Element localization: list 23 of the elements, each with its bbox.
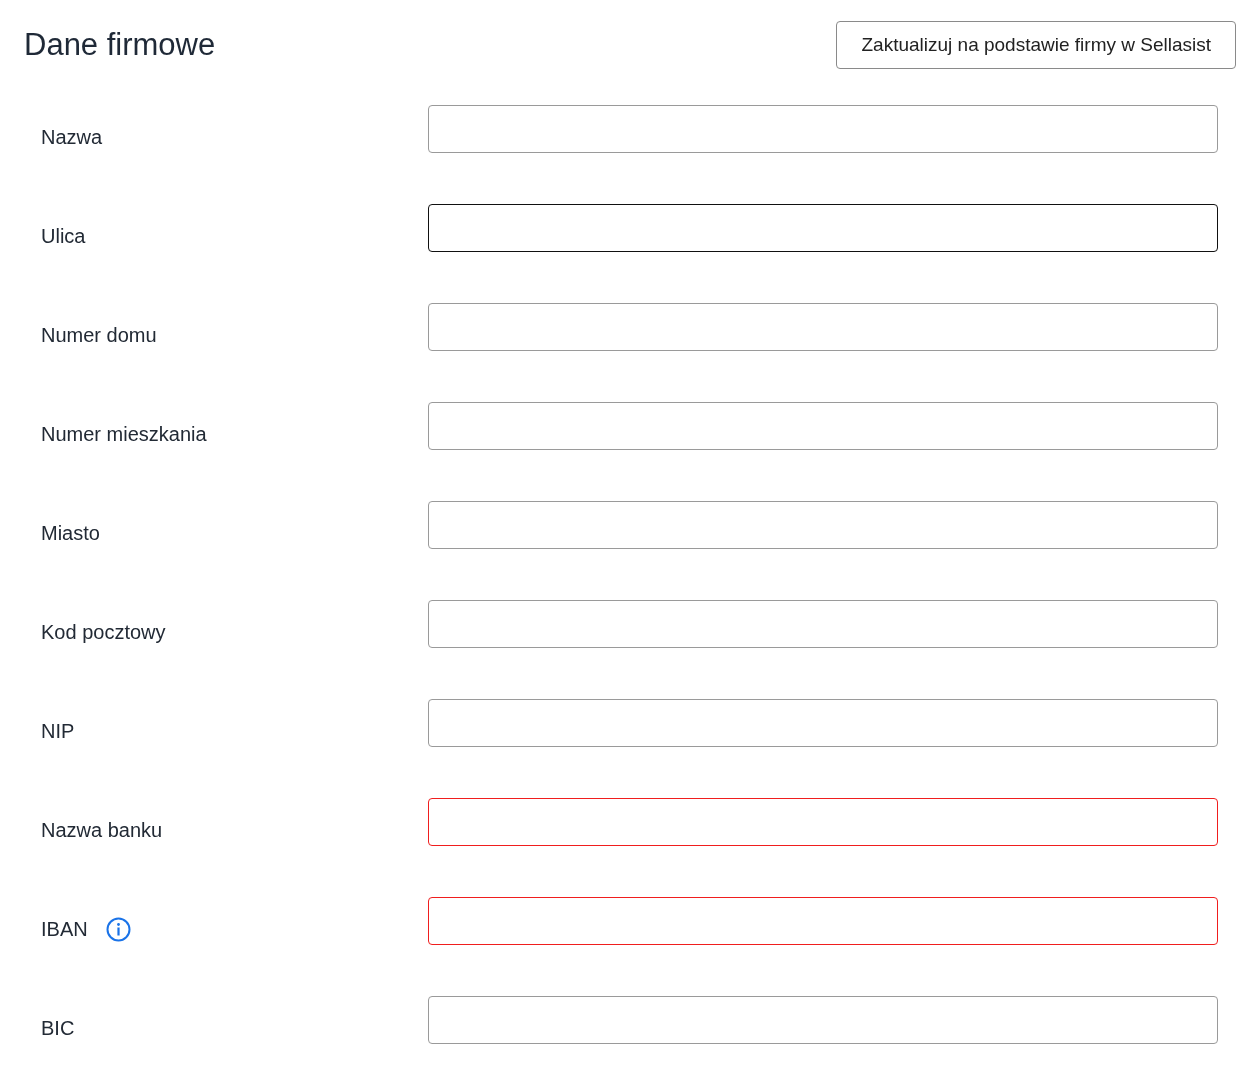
input-field[interactable] [428,600,1218,648]
field-label: Kod pocztowy [41,620,166,644]
input-field[interactable] [428,402,1218,450]
field-label: Numer mieszkania [41,422,207,446]
field-label: IBAN [41,917,88,941]
input-field[interactable] [428,105,1218,153]
input-field[interactable] [428,303,1218,351]
info-icon[interactable] [105,916,131,942]
field-label: Nazwa banku [41,818,163,842]
input-field[interactable] [428,897,1218,945]
input-field[interactable] [428,996,1218,1044]
field-label: Miasto [41,521,100,545]
field-label: BIC [41,1016,75,1040]
field-label: Nazwa [41,125,103,149]
input-field[interactable] [428,501,1218,549]
input-field[interactable] [428,699,1218,747]
field-label: Numer domu [41,323,157,347]
page-title: Dane firmowe [24,27,216,63]
input-field[interactable] [428,798,1218,846]
input-field[interactable] [428,204,1218,252]
field-label: Ulica [41,224,86,248]
field-label: NIP [41,719,75,743]
update-button[interactable]: Zaktualizuj na podstawie firmy w Sellasist [836,21,1236,69]
